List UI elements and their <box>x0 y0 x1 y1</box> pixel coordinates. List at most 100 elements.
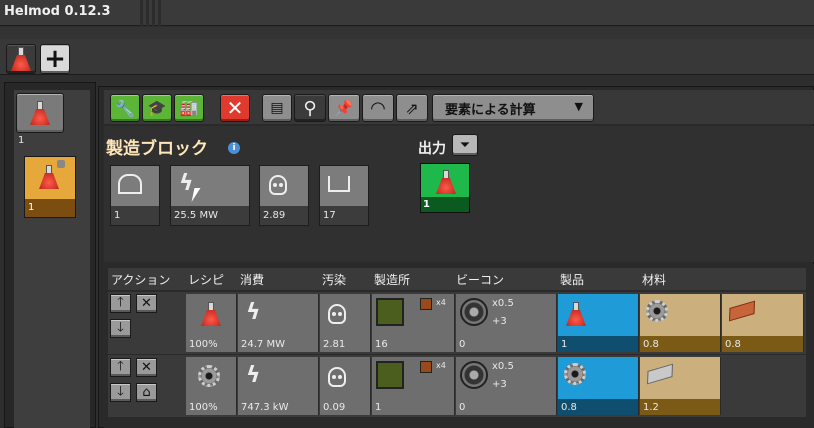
move-down-button[interactable]: 🡓 <box>110 383 131 402</box>
flask-icon <box>201 302 221 326</box>
delete-button[interactable]: ✕ <box>220 94 250 122</box>
row1-factory[interactable]: x4 16 <box>372 294 455 352</box>
lightning-icon: ϟ <box>246 363 261 388</box>
stat-value: 17 <box>320 206 368 225</box>
sidebar-list <box>14 90 90 428</box>
beacon-plus: +3 <box>492 316 507 327</box>
sidebar-item-recipe-2-selected[interactable]: 1 <box>24 156 76 218</box>
factory-button[interactable]: 🏭 <box>174 94 204 122</box>
skull-icon <box>269 175 287 195</box>
export-button[interactable]: ⇗ <box>396 94 428 122</box>
arrow-up-icon: 🡑 <box>117 358 124 374</box>
link-icon: ⚲ <box>303 97 317 119</box>
header-product: 製品 <box>560 273 585 287</box>
move-up-button[interactable]: 🡑 <box>110 294 131 313</box>
filter-icon: ⏷ <box>459 137 471 153</box>
plus-icon: + <box>44 44 66 74</box>
stat-power: ϟ 25.5 MW <box>170 165 250 226</box>
app-title: Helmod 0.12.3 <box>4 4 111 19</box>
building-icon: ⌂ <box>142 385 151 400</box>
row1-beacon[interactable]: x0.5 +3 0 <box>456 294 557 352</box>
new-tab-button[interactable]: + <box>40 44 70 74</box>
header-ingredient: 材料 <box>642 273 667 287</box>
pollution-value: 0.09 <box>323 402 346 413</box>
ingredient-value: 1.2 <box>643 402 659 413</box>
calc-mode-label: 要素による計算 <box>445 102 536 118</box>
module-mult: x4 <box>436 298 446 307</box>
iron-plate-icon <box>646 363 674 385</box>
row2-factory[interactable]: x4 1 <box>372 357 455 415</box>
row1-recipe[interactable]: 100% <box>186 294 237 352</box>
row1-ingredient-2[interactable]: 0.8 <box>722 294 804 352</box>
beacon-icon <box>460 361 488 389</box>
factory-count: 16 <box>375 339 388 350</box>
summary-button[interactable]: ▤ <box>262 94 292 122</box>
module-icon <box>420 298 432 310</box>
output-label: 出力 <box>418 141 446 157</box>
product-value: 0.8 <box>561 402 577 413</box>
beacon-speed: x0.5 <box>492 361 514 372</box>
stat-value: 25.5 MW <box>171 206 249 225</box>
tab-strip <box>0 39 814 75</box>
tutorial-button[interactable]: 🎓 <box>142 94 172 122</box>
tab-strip-spacer <box>0 27 814 39</box>
pin-button[interactable]: 📌 <box>328 94 360 122</box>
filter-button[interactable]: ⏷ <box>452 134 478 156</box>
module-icon <box>420 361 432 373</box>
block-title: 製造ブロック <box>106 139 208 159</box>
gear-icon <box>646 300 668 322</box>
speedometer-icon: ◠ <box>370 97 386 119</box>
factory-icon <box>328 176 350 192</box>
sidebar-item-recipe-1[interactable] <box>16 93 64 133</box>
header-beacon: ビーコン <box>456 273 505 287</box>
factory-count: 1 <box>375 402 382 413</box>
beacon-plus: +3 <box>492 379 507 390</box>
calc-mode-dropdown[interactable]: 要素による計算 ▼ <box>432 94 594 122</box>
remove-button[interactable]: ✕ <box>136 294 157 313</box>
beacon-speed: x0.5 <box>492 298 514 309</box>
flask-icon <box>566 302 586 326</box>
output-product[interactable]: 1 <box>420 163 470 213</box>
header-action: アクション <box>111 273 171 287</box>
ingredient-value: 0.8 <box>725 339 741 350</box>
row2-beacon[interactable]: x0.5 +3 0 <box>456 357 557 415</box>
export-icon: ⇗ <box>405 98 419 118</box>
graduation-cap-icon: 🎓 <box>147 99 167 117</box>
module-mult: x4 <box>436 361 446 370</box>
close-icon: ✕ <box>141 360 152 375</box>
header-consumption: 消費 <box>240 273 265 287</box>
remove-button[interactable]: ✕ <box>136 358 157 377</box>
row2-recipe[interactable]: 100% <box>186 357 237 415</box>
power-value: 747.3 kW <box>241 402 289 413</box>
speed-button[interactable]: ◠ <box>362 94 394 122</box>
close-icon: ✕ <box>141 296 152 311</box>
skull-icon <box>328 367 346 387</box>
flask-icon <box>39 165 59 189</box>
beacon-count: 0 <box>459 402 466 413</box>
beacon-count: 0 <box>459 339 466 350</box>
assembler-icon <box>376 298 404 326</box>
tab-recipe-flask[interactable] <box>6 44 36 74</box>
row1-ingredient-1[interactable]: 0.8 <box>640 294 721 352</box>
arrow-down-icon: 🡓 <box>117 319 124 335</box>
header-pollution: 汚染 <box>322 273 347 287</box>
row1-product[interactable]: 1 <box>558 294 639 352</box>
sidebar-item-count: 1 <box>28 202 35 213</box>
ingredient-value: 0.8 <box>643 339 659 350</box>
move-down-button[interactable]: 🡓 <box>110 319 131 338</box>
header-recipe: レシピ <box>188 273 225 287</box>
pollution-value: 2.81 <box>323 339 346 350</box>
row2-ingredient-1[interactable]: 1.2 <box>640 357 721 415</box>
info-icon[interactable]: i <box>228 142 240 154</box>
move-bottom-button[interactable]: ⌂ <box>136 383 157 402</box>
recipe-pct: 100% <box>189 339 218 350</box>
stat-building-count: 1 <box>110 165 160 226</box>
row2-product[interactable]: 0.8 <box>558 357 639 415</box>
link-button[interactable]: ⚲ <box>294 94 326 122</box>
product-value: 1 <box>561 339 568 350</box>
arrow-up-icon: 🡑 <box>117 294 124 310</box>
settings-button[interactable]: 🔧 <box>110 94 140 122</box>
gear-icon <box>198 365 220 387</box>
move-up-button[interactable]: 🡑 <box>110 358 131 377</box>
lightning-icon: ϟ <box>246 300 261 325</box>
